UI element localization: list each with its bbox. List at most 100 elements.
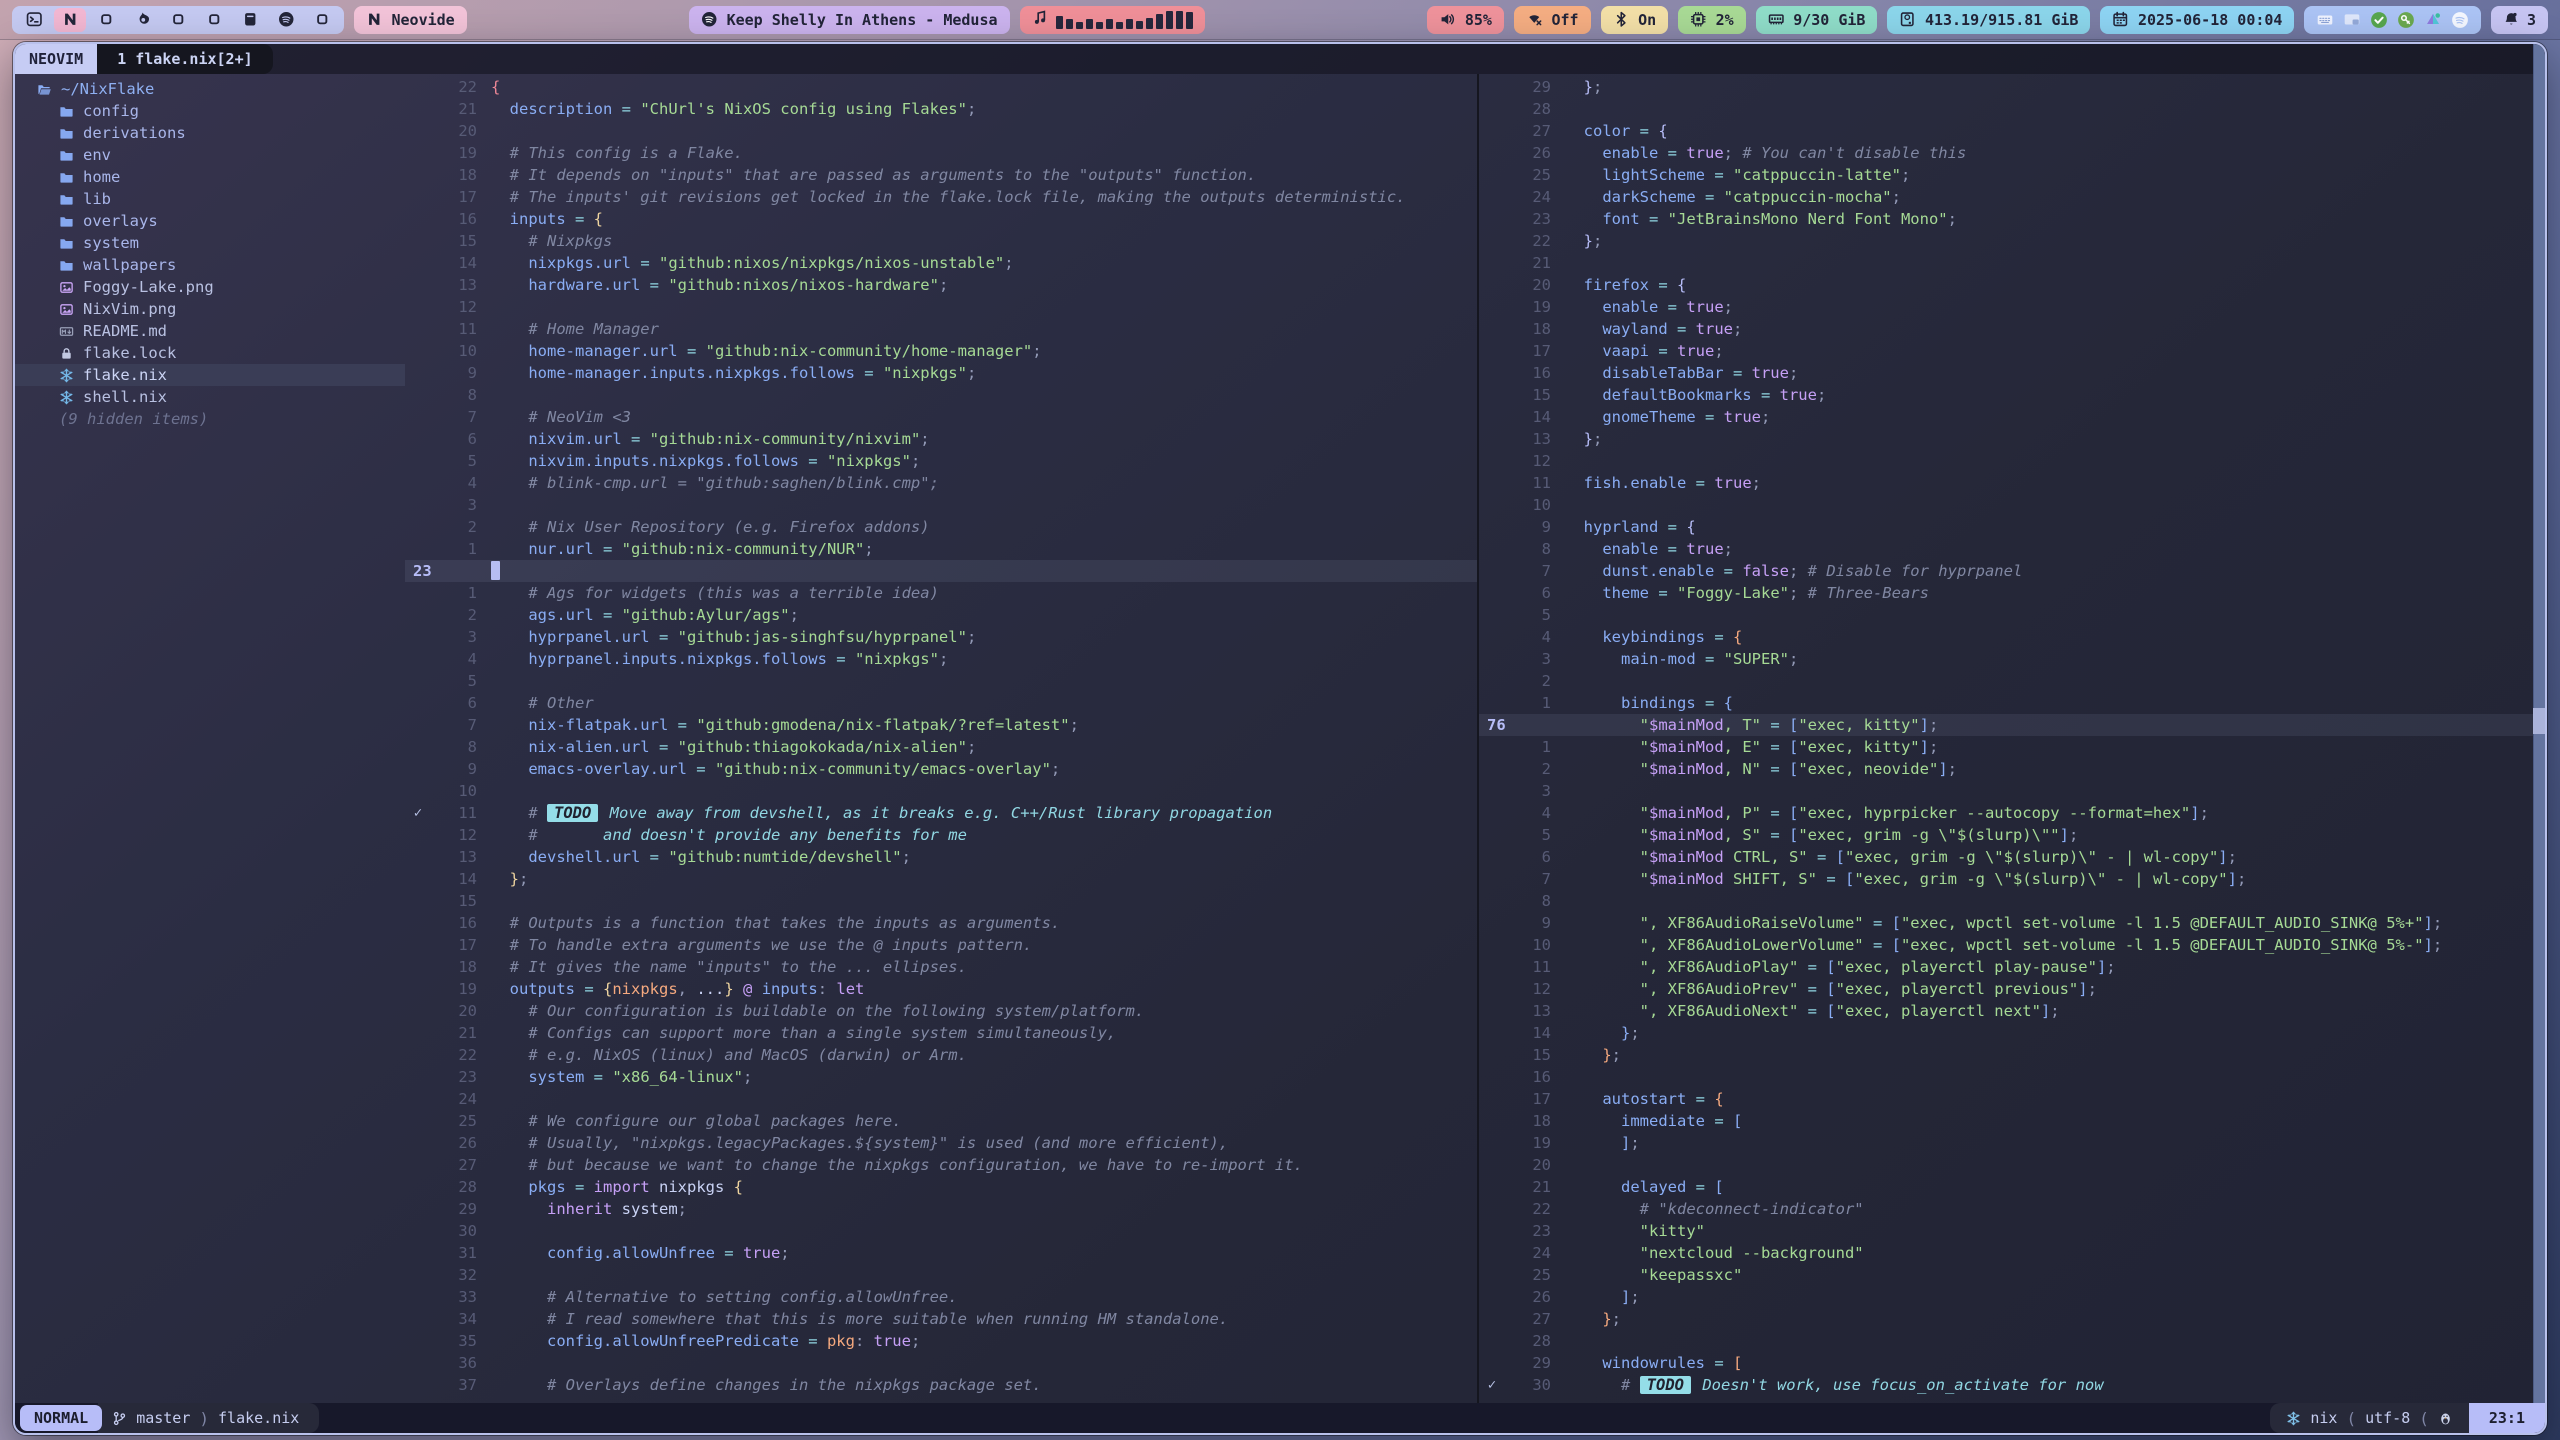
code-line[interactable]: 28 — [1479, 98, 2545, 120]
code-line[interactable]: 12 — [405, 296, 1477, 318]
code-line[interactable]: 16 # Outputs is a function that takes th… — [405, 912, 1477, 934]
workspace-chip[interactable] — [18, 8, 50, 32]
triangle-logo-icon[interactable] — [2424, 11, 2442, 29]
code-line[interactable]: 26 ]; — [1479, 1286, 2545, 1308]
code-line[interactable]: 19 enable = true; — [1479, 296, 2545, 318]
code-line[interactable]: 24 darkScheme = "catppuccin-mocha"; — [1479, 186, 2545, 208]
code-line[interactable]: 15 }; — [1479, 1044, 2545, 1066]
code-line[interactable]: 14 }; — [405, 868, 1477, 890]
code-line[interactable]: 7 nix-flatpak.url = "github:gmodena/nix-… — [405, 714, 1477, 736]
code-line[interactable]: 25 # We configure our global packages he… — [405, 1110, 1477, 1132]
code-line[interactable]: 18 wayland = true; — [1479, 318, 2545, 340]
code-line[interactable]: 14 nixpkgs.url = "github:nixos/nixpkgs/n… — [405, 252, 1477, 274]
code-line[interactable]: 22{ — [405, 76, 1477, 98]
code-line[interactable]: 24 — [405, 1088, 1477, 1110]
code-line[interactable]: 22 }; — [1479, 230, 2545, 252]
code-line[interactable]: 3 — [1479, 780, 2545, 802]
code-line[interactable]: 13 devshell.url = "github:numtide/devshe… — [405, 846, 1477, 868]
code-line[interactable]: 23 system = "x86_64-linux"; — [405, 1066, 1477, 1088]
code-line[interactable]: 24 "nextcloud --background" — [1479, 1242, 2545, 1264]
code-line[interactable]: 3 hyprpanel.url = "github:jas-singhfsu/h… — [405, 626, 1477, 648]
code-line[interactable]: 29 windowrules = [ — [1479, 1352, 2545, 1374]
code-line[interactable]: 10 home-manager.url = "github:nix-commun… — [405, 340, 1477, 362]
code-line[interactable]: 36 — [405, 1352, 1477, 1374]
code-line[interactable]: 2 ags.url = "github:Aylur/ags"; — [405, 604, 1477, 626]
code-line[interactable]: 23 font = "JetBrainsMono Nerd Font Mono"… — [1479, 208, 2545, 230]
code-line[interactable]: 1 bindings = { — [1479, 692, 2545, 714]
code-line[interactable]: 4 "$mainMod, P" = ["exec, hyprpicker --a… — [1479, 802, 2545, 824]
code-line[interactable]: 18 # It depends on "inputs" that are pas… — [405, 164, 1477, 186]
tree-item-config[interactable]: config — [15, 100, 405, 122]
code-line[interactable]: 11 # Home Manager — [405, 318, 1477, 340]
code-line[interactable]: 19 ]; — [1479, 1132, 2545, 1154]
tree-item--9-hidden-items-[interactable]: (9 hidden items) — [15, 408, 405, 430]
code-line[interactable]: 6 theme = "Foggy-Lake"; # Three-Bears — [1479, 582, 2545, 604]
tree-item-shell-nix[interactable]: shell.nix — [15, 386, 405, 408]
code-line[interactable]: 22 # e.g. NixOS (linux) and MacOS (darwi… — [405, 1044, 1477, 1066]
code-line[interactable]: 19 outputs = {nixpkgs, ...} @ inputs: le… — [405, 978, 1477, 1000]
code-line[interactable]: 10 — [405, 780, 1477, 802]
workspace-chip[interactable] — [234, 8, 266, 32]
tree-item-derivations[interactable]: derivations — [15, 122, 405, 144]
tree-item-nixvim-png[interactable]: NixVim.png — [15, 298, 405, 320]
tree-item-readme-md[interactable]: README.md — [15, 320, 405, 342]
code-line[interactable]: 13 hardware.url = "github:nixos/nixos-ha… — [405, 274, 1477, 296]
code-line[interactable]: 33 # Alternative to setting config.allow… — [405, 1286, 1477, 1308]
code-line[interactable]: 29 }; — [1479, 76, 2545, 98]
code-line[interactable]: 20 firefox = { — [1479, 274, 2545, 296]
tree-item-overlays[interactable]: overlays — [15, 210, 405, 232]
code-line[interactable]: 14 }; — [1479, 1022, 2545, 1044]
file-tree[interactable]: ~/NixFlakeconfigderivationsenvhomelibove… — [15, 74, 405, 1403]
code-line[interactable]: 20 — [1479, 1154, 2545, 1176]
code-line[interactable]: 2 "$mainMod, N" = ["exec, neovide"]; — [1479, 758, 2545, 780]
tree-item-flake-lock[interactable]: flake.lock — [15, 342, 405, 364]
scrollbar[interactable] — [2533, 44, 2545, 1403]
code-line[interactable]: 10 ", XF86AudioLowerVolume" = ["exec, wp… — [1479, 934, 2545, 956]
spotify-icon[interactable] — [2451, 11, 2469, 29]
code-line[interactable]: 5 — [405, 670, 1477, 692]
code-line[interactable]: 7 dunst.enable = false; # Disable for hy… — [1479, 560, 2545, 582]
scrollbar-thumb[interactable] — [2533, 708, 2545, 734]
code-line[interactable]: 21 delayed = [ — [1479, 1176, 2545, 1198]
key-icon[interactable] — [2397, 11, 2415, 29]
code-line[interactable]: 15 defaultBookmarks = true; — [1479, 384, 2545, 406]
code-line[interactable]: 16 — [1479, 1066, 2545, 1088]
code-line[interactable]: 13 ", XF86AudioNext" = ["exec, playerctl… — [1479, 1000, 2545, 1022]
keyboard-icon[interactable] — [2316, 11, 2334, 29]
tree-item-foggy-lake-png[interactable]: Foggy-Lake.png — [15, 276, 405, 298]
code-line[interactable]: 8 nix-alien.url = "github:thiagokokada/n… — [405, 736, 1477, 758]
code-line[interactable]: 28 pkgs = import nixpkgs { — [405, 1176, 1477, 1198]
tab-explorer[interactable]: NEOVIM — [15, 44, 97, 74]
code-line[interactable]: 6 nixvim.url = "github:nix-community/nix… — [405, 428, 1477, 450]
code-line[interactable]: 23 — [405, 560, 1477, 582]
code-line[interactable]: 35 config.allowUnfreePredicate = pkg: tr… — [405, 1330, 1477, 1352]
tree-item-flake-nix[interactable]: flake.nix — [15, 364, 405, 386]
code-line[interactable]: 26 # Usually, "nixpkgs.legacyPackages.${… — [405, 1132, 1477, 1154]
workspace-chip[interactable] — [126, 8, 158, 32]
code-line[interactable]: 17 # To handle extra arguments we use th… — [405, 934, 1477, 956]
code-line[interactable]: 27 # but because we want to change the n… — [405, 1154, 1477, 1176]
screenshare-icon[interactable] — [2343, 11, 2361, 29]
code-pane-left[interactable]: 22{21 description = "ChUrl's NixOS confi… — [405, 74, 1477, 1403]
code-line[interactable]: 21 description = "ChUrl's NixOS config u… — [405, 98, 1477, 120]
code-line[interactable]: 23 "kitty" — [1479, 1220, 2545, 1242]
code-line[interactable]: 7 "$mainMod SHIFT, S" = ["exec, grim -g … — [1479, 868, 2545, 890]
tree-item-env[interactable]: env — [15, 144, 405, 166]
notifications-pill[interactable]: 3 — [2491, 6, 2548, 34]
code-line[interactable]: 26 enable = true; # You can't disable th… — [1479, 142, 2545, 164]
code-line[interactable]: 9 home-manager.inputs.nixpkgs.follows = … — [405, 362, 1477, 384]
code-line[interactable]: 27 color = { — [1479, 120, 2545, 142]
code-line[interactable]: 12 # and doesn't provide any benefits fo… — [405, 824, 1477, 846]
code-line[interactable]: ✓11 # TODO Move away from devshell, as i… — [405, 802, 1477, 824]
code-line[interactable]: 7 # NeoVim <3 — [405, 406, 1477, 428]
code-line[interactable]: 25 lightScheme = "catppuccin-latte"; — [1479, 164, 2545, 186]
code-line[interactable]: 5 "$mainMod, S" = ["exec, grim -g \"$(sl… — [1479, 824, 2545, 846]
code-line[interactable]: 27 }; — [1479, 1308, 2545, 1330]
code-line[interactable]: 9 ", XF86AudioRaiseVolume" = ["exec, wpc… — [1479, 912, 2545, 934]
code-line[interactable]: 19 # This config is a Flake. — [405, 142, 1477, 164]
code-line[interactable]: 12 — [1479, 450, 2545, 472]
code-line[interactable]: 4 keybindings = { — [1479, 626, 2545, 648]
code-line[interactable]: 14 gnomeTheme = true; — [1479, 406, 2545, 428]
code-line[interactable]: 21 — [1479, 252, 2545, 274]
tree-item--nixflake[interactable]: ~/NixFlake — [15, 78, 405, 100]
